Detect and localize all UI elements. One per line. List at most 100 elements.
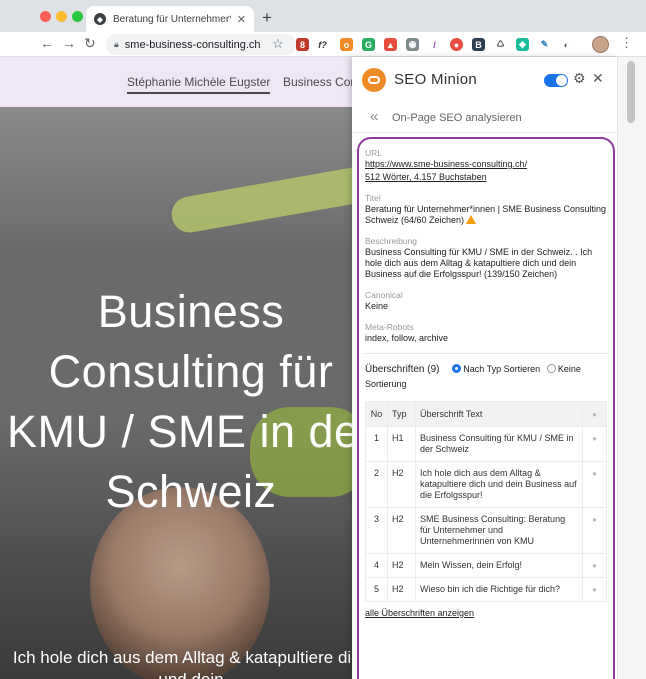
table-row: 4 H2 Mein Wissen, dein Erfolg! ● — [365, 553, 607, 578]
table-header-row: No Typ Überschrift Text ● — [365, 401, 607, 427]
bookmark-star-icon[interactable]: ☆ — [272, 36, 284, 52]
row-text: Ich hole dich aus dem Alltag & katapulti… — [415, 461, 583, 508]
headings-header: Überschriften (9) Nach Typ Sortieren Kei… — [365, 362, 607, 391]
panel-subnav: « On-Page SEO analysieren — [352, 103, 617, 133]
window-zoom-button[interactable] — [72, 11, 83, 22]
highlight-icon[interactable]: ● — [582, 507, 607, 554]
show-all-headings-link[interactable]: alle Überschriften anzeigen — [365, 608, 607, 618]
profile-avatar[interactable] — [592, 36, 609, 53]
canonical-label: Canonical — [365, 290, 403, 300]
new-tab-button[interactable]: + — [262, 8, 272, 28]
browser-toolbar: ← → ↻ 🔒︎ sme-business-consulting.ch ☆ 8 … — [0, 32, 646, 57]
enable-toggle[interactable] — [544, 74, 568, 87]
row-text: Business Consulting für KMU / SME in der… — [415, 426, 583, 462]
description-value: Business Consulting für KMU / SME in der… — [365, 247, 593, 279]
extension-shield-icon[interactable]: ◆ — [516, 38, 529, 51]
title-value: Beratung für Unternehmer*innen | SME Bus… — [365, 204, 606, 225]
address-bar[interactable]: 🔒︎ sme-business-consulting.ch — [106, 34, 296, 55]
no-sort-radio[interactable] — [546, 364, 556, 373]
menu-kebab-icon[interactable]: ⋮ — [620, 35, 633, 51]
highlight-icon[interactable]: ● — [582, 461, 607, 508]
seo-minion-logo-icon — [362, 68, 386, 92]
extension-document-icon[interactable]: B — [472, 38, 485, 51]
forward-arrow-icon[interactable]: → — [62, 35, 76, 51]
sort-by-type-radio[interactable] — [452, 364, 462, 373]
column-header-type[interactable]: Typ — [387, 401, 416, 427]
highlight-icon[interactable]: ● — [582, 553, 607, 578]
extension-formula-icon[interactable]: f? — [316, 38, 329, 51]
headings-table: No Typ Überschrift Text ● 1 H1 Business … — [365, 401, 607, 602]
column-header-no[interactable]: No — [365, 401, 388, 427]
lock-icon: 🔒︎ — [114, 39, 119, 49]
browser-tab-bar: ◆ Beratung für Unternehmer*inne ✕ + — [0, 0, 646, 32]
row-no: 2 — [365, 461, 388, 508]
row-type: H2 — [387, 577, 416, 602]
row-no: 1 — [365, 426, 388, 462]
pin-icon[interactable]: ● — [582, 401, 607, 427]
description-label: Beschreibung — [365, 236, 417, 246]
meta-robots-value: index, follow, archive — [365, 333, 449, 343]
row-text: Mein Wissen, dein Erfolg! — [415, 553, 583, 578]
highlight-icon[interactable]: ● — [582, 426, 607, 462]
hero-subtitle: Ich hole dich aus dem Alltag & katapulti… — [12, 648, 355, 679]
warning-icon — [466, 215, 477, 224]
sort-suffix-label: Sortierung — [365, 379, 407, 389]
seo-results-card: URL https://www.sme-business-consulting.… — [357, 137, 615, 679]
no-sort-label[interactable]: Keine — [558, 364, 581, 374]
reload-icon[interactable]: ↻ — [84, 35, 96, 52]
title-label: Titel — [365, 193, 381, 203]
divider — [365, 353, 607, 354]
headings-label: Überschriften (9) — [365, 364, 440, 375]
hero-title: Business Consulting für KMU / SME in der… — [6, 286, 355, 517]
extension-red-icon[interactable]: 8 — [296, 38, 309, 51]
sort-by-type-label[interactable]: Nach Typ Sortieren — [463, 364, 540, 374]
extension-recycle-icon[interactable]: ♺ — [494, 38, 507, 51]
site-favicon-icon: ◆ — [94, 13, 106, 25]
window-minimize-button[interactable] — [56, 11, 67, 22]
row-type: H2 — [387, 553, 416, 578]
panel-header: SEO Minion ⚙ ✕ — [352, 57, 617, 103]
close-icon[interactable]: ✕ — [592, 70, 604, 87]
row-type: H2 — [387, 507, 416, 554]
nav-link-home[interactable]: Stéphanie Michèle Eugster — [127, 75, 271, 94]
row-no: 5 — [365, 577, 388, 602]
table-row: 3 H2 SME Business Consulting: Beratung f… — [365, 507, 607, 554]
row-text: Wieso bin ich die Richtige für dich? — [415, 577, 583, 602]
panel-scrollbar[interactable] — [617, 57, 646, 679]
extension-circle-icon[interactable]: ◐ — [560, 38, 573, 51]
row-text: SME Business Consulting: Beratung für Un… — [415, 507, 583, 554]
extension-seo-minion-icon[interactable]: o — [340, 38, 353, 51]
tab-title: Beratung für Unternehmer*inne — [112, 13, 231, 25]
gear-icon[interactable]: ⚙ — [573, 70, 586, 87]
seo-minion-panel: SEO Minion ⚙ ✕ « On-Page SEO analysieren… — [352, 57, 617, 679]
browser-tab[interactable]: ◆ Beratung für Unternehmer*inne ✕ — [86, 6, 254, 32]
chevron-double-left-icon[interactable]: « — [370, 108, 378, 125]
hero-section: Business Consulting für KMU / SME in der… — [0, 107, 355, 679]
scrollbar-thumb[interactable] — [627, 61, 635, 123]
panel-brand: SEO Minion — [394, 71, 478, 88]
extension-target-icon[interactable]: ● — [450, 38, 463, 51]
row-type: H1 — [387, 426, 416, 462]
meta-robots-label: Meta-Robots — [365, 322, 414, 332]
column-header-text[interactable]: Überschrift Text — [415, 401, 583, 427]
extension-green-icon[interactable]: G — [362, 38, 375, 51]
row-no: 4 — [365, 553, 388, 578]
highlight-icon[interactable]: ● — [582, 577, 607, 602]
address-bar-url: sme-business-consulting.ch — [124, 38, 261, 51]
canonical-value: Keine — [365, 301, 389, 311]
tab-close-icon[interactable]: ✕ — [237, 13, 246, 26]
window-close-button[interactable] — [40, 11, 51, 22]
hero-background-shape — [168, 154, 355, 236]
extension-chart-icon[interactable]: ▲ — [384, 38, 397, 51]
extension-pencil-icon[interactable]: ✎ — [538, 38, 551, 51]
table-row: 5 H2 Wieso bin ich die Richtige für dich… — [365, 577, 607, 602]
url-link[interactable]: https://www.sme-business-consulting.ch/ — [365, 159, 527, 169]
table-row: 2 H2 Ich hole dich aus dem Alltag & kata… — [365, 461, 607, 508]
extension-pen-icon[interactable]: / — [428, 38, 441, 51]
back-arrow-icon[interactable]: ← — [40, 35, 54, 51]
url-stats-link[interactable]: 512 Wörter, 4.157 Buchstaben — [365, 172, 487, 182]
panel-subtitle: On-Page SEO analysieren — [392, 112, 522, 124]
table-row: 1 H1 Business Consulting für KMU / SME i… — [365, 426, 607, 462]
extension-gray-icon[interactable]: ◉ — [406, 38, 419, 51]
url-label: URL — [365, 148, 383, 158]
